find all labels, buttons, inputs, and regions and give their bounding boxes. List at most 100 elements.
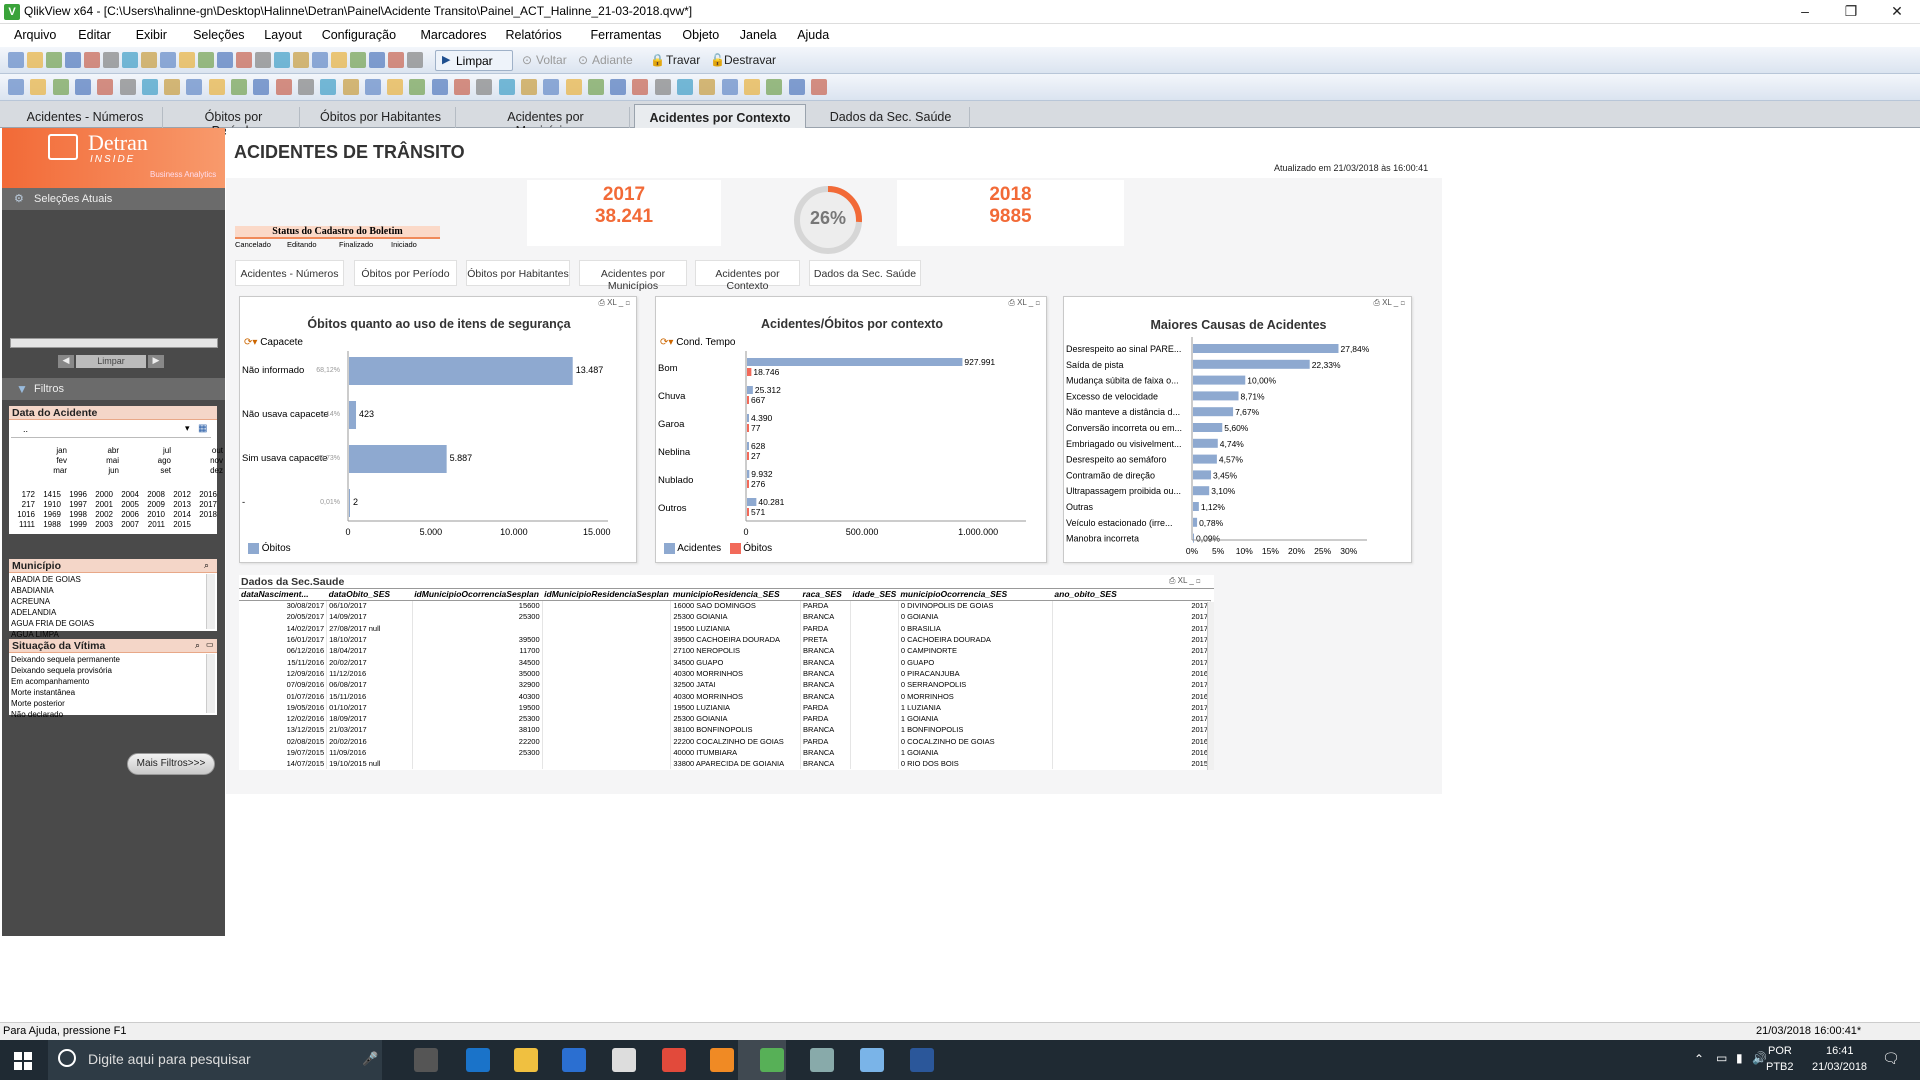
month-cell[interactable]: abr [99,446,119,455]
menu-ferramentas[interactable]: Ferramentas [591,28,662,42]
settings-app-icon[interactable] [810,1048,834,1072]
status-option[interactable]: Iniciado [391,240,417,249]
taskbar-search-box[interactable]: Digite aqui para pesquisar 🎤 [48,1040,382,1080]
status-option[interactable]: Editando [287,240,317,249]
column-header[interactable]: idMunicipioResidenciaSesplan [542,589,671,601]
toolbar-icon[interactable] [476,79,493,95]
column-header[interactable]: municipioResidencia_SES [670,589,801,601]
year-cell[interactable]: 2001 [91,500,113,509]
toolbar-icon[interactable] [520,79,537,95]
table-row[interactable]: 06/12/2016 18/04/2017 11700 27100 NEROPOLIS… [239,645,1212,657]
dimension-selector[interactable]: ⟳▾ Capacete [244,337,303,348]
battery-icon[interactable]: ▮ [1736,1051,1743,1065]
municipio-scrollbar[interactable] [206,574,215,629]
month-cell[interactable]: nov [203,456,223,465]
year-cell[interactable]: 2017 [195,500,217,509]
volume-icon[interactable]: 🔊 [1752,1051,1767,1065]
toolbar-icon[interactable] [208,79,225,95]
column-header[interactable]: municipioOcorrencia_SES [898,589,1053,601]
year-cell[interactable]: 1111 [13,520,35,529]
table-row[interactable]: 02/08/2015 20/02/2016 22200 22200 COCALZINH… [239,735,1212,747]
toolbar-icon[interactable] [320,79,337,95]
year-cell[interactable]: 2005 [117,500,139,509]
table-row[interactable]: 19/07/2015 11/09/2016 25300 40000 ITUMBIARA… [239,746,1212,759]
toolbar-icon[interactable] [97,79,114,95]
table-row[interactable]: 14/02/2017 27/08/2017 null 19500 LUZIANIA P… [239,622,1212,634]
destravar-button[interactable]: Destravar [724,53,776,67]
toolbar-icon[interactable] [312,52,328,68]
menu-seleções[interactable]: Seleções [193,28,244,42]
list-item[interactable]: Morte posterior [11,698,203,709]
list-item[interactable]: Morte instantânea [11,687,203,698]
table-row[interactable]: 12/09/2016 11/12/2016 35000 40300 MORRINHOS… [239,667,1212,680]
column-header[interactable]: idMunicipioOcorrenciaSesplan [412,589,543,601]
toolbar-icon[interactable] [65,52,81,68]
toolbar-icon[interactable] [46,52,62,68]
table-row[interactable]: 20/05/2017 14/09/2017 25300 25300 GOIANIA BR… [239,611,1212,623]
toolbar-icon[interactable] [103,52,119,68]
menu-ajuda[interactable]: Ajuda [797,28,829,42]
table-row[interactable]: 15/11/2016 20/02/2017 34500 34500 GUAPO BRAN… [239,656,1212,668]
search-icon[interactable]: ⌕ [195,640,200,651]
toolbar-icon[interactable] [498,79,515,95]
year-cell[interactable]: 217 [13,500,35,509]
column-header[interactable]: dataNasciment... [239,589,327,601]
table-row[interactable]: 14/07/2015 19/10/2015 null 33800 APARECIDA… [239,758,1212,770]
mail-icon[interactable] [612,1048,636,1072]
month-cell[interactable]: set [151,466,171,475]
list-item[interactable]: AGUA FRIA DE GOIAS [11,618,203,629]
year-cell[interactable]: 1997 [65,500,87,509]
toolbar-icon[interactable] [8,79,24,95]
month-cell[interactable]: jan [47,446,67,455]
situacao-scrollbar[interactable] [206,654,215,713]
list-item[interactable]: ADELANDIA [11,607,203,618]
chrome-icon[interactable] [662,1048,686,1072]
toolbar-icon[interactable] [565,79,582,95]
chart-controls[interactable]: ⎙ XL _ ◻ [1008,298,1040,308]
chart-controls[interactable]: ⎙ XL _ ◻ [1373,298,1405,308]
restore-button[interactable]: ❐ [1828,0,1874,24]
toolbar-icon[interactable] [8,52,24,68]
toolbar-icon[interactable] [610,79,627,95]
month-cell[interactable]: mai [99,456,119,465]
clock-date[interactable]: 21/03/2018 [1812,1061,1867,1073]
clock-time[interactable]: 16:41 [1826,1045,1854,1057]
toolbar-icon[interactable] [30,79,47,95]
toolbar-icon[interactable] [587,79,604,95]
list-item[interactable]: Deixando sequela permanente [11,654,203,665]
table-row[interactable]: 30/08/2017 06/10/2017 15600 16000 SAO DOMIN… [239,600,1212,612]
year-cell[interactable]: 2002 [91,510,113,519]
keyboard-indicator[interactable]: PTB2 [1766,1061,1794,1073]
microphone-icon[interactable]: 🎤 [362,1051,378,1067]
toolbar-icon[interactable] [122,52,138,68]
calendar-icon[interactable]: ▦ [198,423,207,434]
notepad-icon[interactable] [860,1048,884,1072]
chart-controls[interactable]: ⎙ XL _ ◻ [598,298,630,308]
year-cell[interactable]: 2011 [143,520,165,529]
table-scrollbar[interactable] [1207,602,1214,770]
search-icon[interactable]: ⌕ [204,560,209,571]
toolbar-icon[interactable] [387,79,404,95]
toolbar-icon[interactable] [236,52,252,68]
limpar-button[interactable]: ▶ Limpar [435,50,513,71]
toolbar-icon[interactable] [160,52,176,68]
list-item[interactable]: ABADIA DE GOIAS [11,574,203,585]
prev-arrow-icon[interactable]: ◀ [58,355,74,368]
toolbar-icon[interactable] [293,52,309,68]
dropdown-icon[interactable]: ▾ [185,423,190,434]
tab-3[interactable]: Óbitos por Habitantes [306,107,456,128]
list-item[interactable]: Não declarado [11,709,203,720]
year-cell[interactable]: 2003 [91,520,113,529]
subtab-4[interactable]: Acidentes por Municípios [579,260,687,292]
menu-layout[interactable]: Layout [264,28,302,42]
menu-objeto[interactable]: Objeto [682,28,719,42]
year-cell[interactable]: 2018 [195,510,217,519]
toolbar-icon[interactable] [743,79,760,95]
year-cell[interactable]: 2008 [143,490,165,499]
table-row[interactable]: 12/02/2016 18/09/2017 25300 25300 GOIANIA PA… [239,712,1212,725]
close-button[interactable]: ✕ [1874,0,1920,24]
year-cell[interactable]: 172 [13,490,35,499]
month-cell[interactable]: fev [47,456,67,465]
year-cell[interactable]: 2000 [91,490,113,499]
selections-scrollbar[interactable] [10,338,218,348]
